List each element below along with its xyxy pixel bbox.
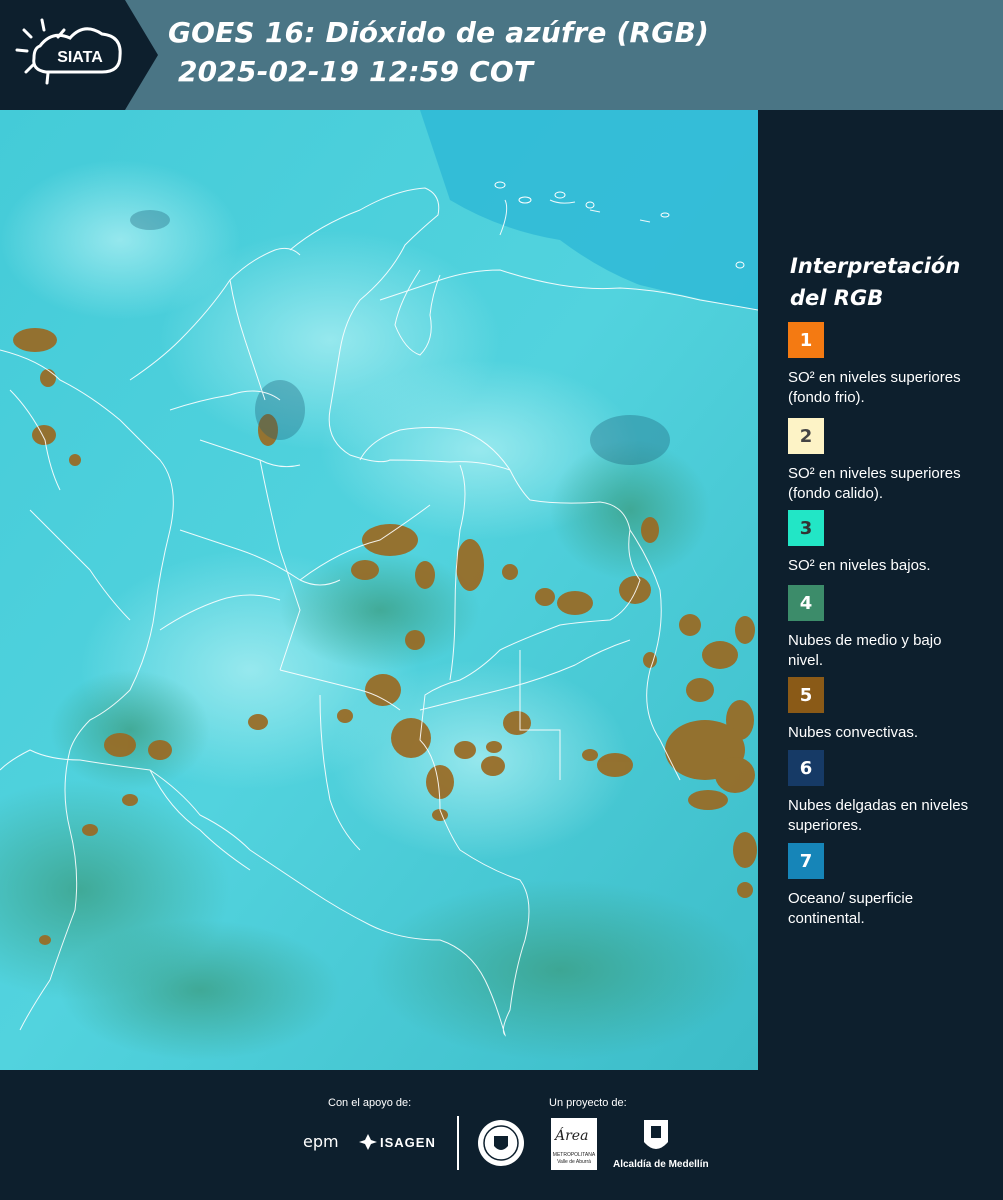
isagen-logo xyxy=(358,1132,378,1157)
legend-swatch-5: 5 xyxy=(788,677,824,713)
header-bar: SIATA GOES 16: Dióxido de azúfre (RGB) 2… xyxy=(0,0,1003,110)
legend-item-2: 2 SO² en niveles superiores (fondo calid… xyxy=(788,418,988,504)
legend-text-1: SO² en niveles superiores (fondo frio). xyxy=(788,369,961,406)
page-title: GOES 16: Dióxido de azúfre (RGB) xyxy=(168,16,710,49)
legend-text-5: Nubes convectivas. xyxy=(788,724,919,741)
legend-swatch-7: 7 xyxy=(788,843,824,879)
legend-swatch-1: 1 xyxy=(788,322,824,358)
epm-logo: epm xyxy=(303,1132,339,1151)
footer-divider xyxy=(457,1116,459,1170)
area-logo-text: Área xyxy=(555,1128,589,1144)
logo-text: SIATA xyxy=(57,49,103,66)
page-timestamp: 2025-02-19 12:59 COT xyxy=(178,55,534,88)
legend-item-3: 3 SO² en niveles bajos. xyxy=(788,510,988,576)
legend-text-2: SO² en niveles superiores (fondo calido)… xyxy=(788,465,961,502)
isagen-icon xyxy=(359,1134,377,1150)
legend-swatch-4: 4 xyxy=(788,585,824,621)
legend-text-7: Oceano/ superficie continental. xyxy=(788,890,914,927)
legend-item-5: 5 Nubes convectivas. xyxy=(788,677,988,743)
area-logo-subtext: METROPOLITANA Valle de Aburrá xyxy=(552,1152,596,1165)
legend-title: Interpretación del RGB xyxy=(790,254,961,310)
footer: Con el apoyo de: Un proyecto de: epm ISA… xyxy=(0,1070,1003,1200)
legend-text-4: Nubes de medio y bajo nivel. xyxy=(788,632,942,669)
medellin-seal-logo xyxy=(476,1118,526,1173)
siata-logo: SIATA xyxy=(0,0,158,110)
legend-swatch-2: 2 xyxy=(788,418,824,454)
siata-logo-shape: SIATA xyxy=(0,0,158,110)
alcaldia-text: Alcaldía de Medellín xyxy=(613,1159,709,1170)
isagen-text: ISAGEN xyxy=(380,1135,436,1150)
legend-panel: Interpretación del RGB 1 SO² en niveles … xyxy=(760,110,1003,1070)
legend-item-7: 7 Oceano/ superficie continental. xyxy=(788,843,988,929)
seal-icon xyxy=(478,1120,524,1166)
legend-swatch-6: 6 xyxy=(788,750,824,786)
legend-text-3: SO² en niveles bajos. xyxy=(788,557,931,574)
shield-icon xyxy=(644,1120,668,1149)
support-label: Con el apoyo de: xyxy=(328,1097,412,1109)
satellite-map[interactable] xyxy=(0,110,758,1070)
area-metropolitana-logo: Área METROPOLITANA Valle de Aburrá xyxy=(551,1118,597,1170)
legend-item-6: 6 Nubes delgadas en niveles superiores. xyxy=(788,750,988,836)
legend-item-1: 1 SO² en niveles superiores (fondo frio)… xyxy=(788,322,988,408)
alcaldia-shield-logo xyxy=(642,1118,670,1161)
project-label: Un proyecto de: xyxy=(549,1097,627,1109)
legend-item-4: 4 Nubes de medio y bajo nivel. xyxy=(788,585,988,671)
legend-swatch-3: 3 xyxy=(788,510,824,546)
satellite-map-image xyxy=(0,110,758,1070)
legend-text-6: Nubes delgadas en niveles superiores. xyxy=(788,797,969,834)
